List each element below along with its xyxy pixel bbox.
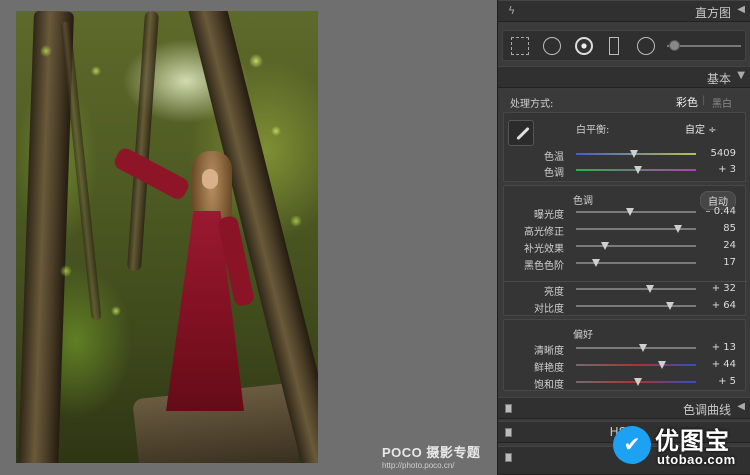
redeye-icon[interactable] — [575, 37, 593, 55]
face — [202, 169, 218, 189]
spot-removal-icon[interactable] — [543, 37, 561, 55]
triangle-left-icon[interactable]: ◀ — [737, 4, 745, 15]
slider-knob[interactable] — [634, 378, 643, 386]
triangle-left-icon[interactable]: ◀ — [737, 401, 745, 412]
slider-label: 饱和度 — [534, 380, 564, 391]
eyedropper-icon — [516, 126, 530, 141]
slider-value[interactable]: + 3 — [700, 164, 736, 175]
toggle-switch-icon[interactable] — [505, 428, 512, 437]
radial-filter-icon[interactable] — [637, 37, 655, 55]
slider-value[interactable]: + 64 — [700, 300, 736, 311]
logo-cn: 优图宝 — [655, 427, 730, 455]
watermark-brand: POCO 摄影专题 — [382, 445, 481, 460]
toggle-switch-icon[interactable] — [505, 404, 512, 413]
slider-value[interactable]: 17 — [700, 257, 736, 268]
slider-knob[interactable] — [646, 285, 655, 293]
slider-label: 鲜艳度 — [534, 363, 564, 374]
tone-group: 色调 自动 曝光度 – 0.44 高光修正 85 补光效果 24 黑色色阶 17 亮度 + 32… — [503, 185, 747, 316]
tone-label: 色调 — [573, 196, 593, 207]
poco-watermark: POCO 摄影专题 http://photo.poco.cn/ — [382, 442, 480, 470]
slider-label: 色温 — [544, 152, 564, 163]
treatment-label: 处理方式: — [510, 99, 554, 110]
slider-track[interactable] — [576, 347, 696, 349]
slider-knob[interactable] — [639, 344, 648, 352]
slider-track[interactable] — [576, 364, 696, 366]
tone-curve-title: 色调曲线 — [682, 403, 731, 417]
slider-knob[interactable] — [658, 361, 667, 369]
divider — [504, 281, 747, 282]
slider-value[interactable]: 5409 — [700, 148, 736, 159]
slider-knob[interactable] — [634, 166, 643, 174]
slider-value[interactable]: 24 — [700, 240, 736, 251]
slider-knob[interactable] — [629, 150, 638, 158]
toggle-switch-icon[interactable] — [505, 453, 512, 462]
slider-value[interactable]: + 5 — [700, 376, 736, 387]
slider-track[interactable] — [576, 211, 696, 213]
eyedropper-button[interactable] — [508, 120, 534, 146]
tool-strip — [502, 30, 746, 61]
slider-label: 曝光度 — [534, 210, 564, 221]
treatment-color[interactable]: 彩色 — [676, 94, 698, 110]
graduated-filter-icon[interactable] — [609, 37, 619, 55]
histogram-header[interactable]: ϟ 直方图 ◀ — [498, 0, 750, 22]
treatment-separator: | — [702, 95, 706, 106]
tone-curve-header[interactable]: 色调曲线 ◀ — [498, 397, 750, 419]
slider-label: 色调 — [544, 168, 564, 179]
basic-panel: 处理方式: 彩色 | 黑白 白平衡: 自定 ÷ 色温 5409 色调 + 3 色调 自… — [498, 90, 750, 395]
presence-label: 偏好 — [573, 330, 593, 341]
slider-label: 对比度 — [534, 304, 564, 315]
crop-grid-icon[interactable] — [511, 37, 529, 55]
slider-value[interactable]: 85 — [700, 223, 736, 234]
bird-icon: ✔ — [613, 426, 651, 464]
basic-header[interactable]: 基本 ▼ — [498, 66, 750, 88]
slider-label: 亮度 — [544, 287, 564, 298]
treatment-bw[interactable]: 黑白 — [712, 95, 732, 110]
slider-label: 清晰度 — [534, 346, 564, 357]
slider-knob[interactable] — [626, 208, 634, 216]
slider-value[interactable]: + 44 — [700, 359, 736, 370]
slider-track[interactable] — [576, 288, 696, 290]
slider-knob[interactable] — [665, 302, 674, 310]
wb-select[interactable]: 自定 ÷ — [685, 121, 717, 136]
slider-knob[interactable] — [592, 259, 601, 267]
presence-group: 偏好 清晰度 + 13 鲜艳度 + 44 饱和度 + 5 — [503, 319, 746, 391]
app-window: POCO 摄影专题 http://photo.poco.cn/ ϟ 直方图 ◀ … — [0, 0, 750, 475]
logo-en: utobao.com — [657, 452, 736, 467]
slider-track[interactable] — [576, 305, 696, 307]
slider-knob[interactable] — [674, 225, 682, 233]
lightning-icon[interactable]: ϟ — [508, 4, 515, 17]
develop-panel: ϟ 直方图 ◀ 基本 ▼ 处理方式: 彩色 | 黑白 白平衡: 自定 ÷ 色温 … — [497, 0, 750, 475]
slider-track[interactable] — [576, 245, 696, 247]
slider-value[interactable]: – 0.44 — [700, 206, 736, 217]
utobao-logo: ✔ 优图宝 utobao.com — [611, 418, 748, 472]
slider-label: 黑色色阶 — [524, 261, 564, 272]
basic-title: 基本 — [706, 72, 731, 86]
brush-size-knob[interactable] — [669, 40, 680, 51]
wb-label: 白平衡: — [576, 125, 610, 136]
slider-knob[interactable] — [600, 242, 609, 250]
white-balance-group: 白平衡: 自定 ÷ 色温 5409 色调 + 3 — [503, 112, 746, 182]
histogram-title: 直方图 — [694, 6, 731, 20]
triangle-down-icon[interactable]: ▼ — [737, 70, 745, 81]
slider-value[interactable]: + 32 — [700, 283, 736, 294]
watermark-url: http://photo.poco.cn/ — [382, 461, 455, 470]
slider-label: 高光修正 — [524, 227, 564, 238]
slider-value[interactable]: + 13 — [700, 342, 736, 353]
photo-preview[interactable] — [16, 11, 318, 463]
slider-label: 补光效果 — [524, 244, 564, 255]
